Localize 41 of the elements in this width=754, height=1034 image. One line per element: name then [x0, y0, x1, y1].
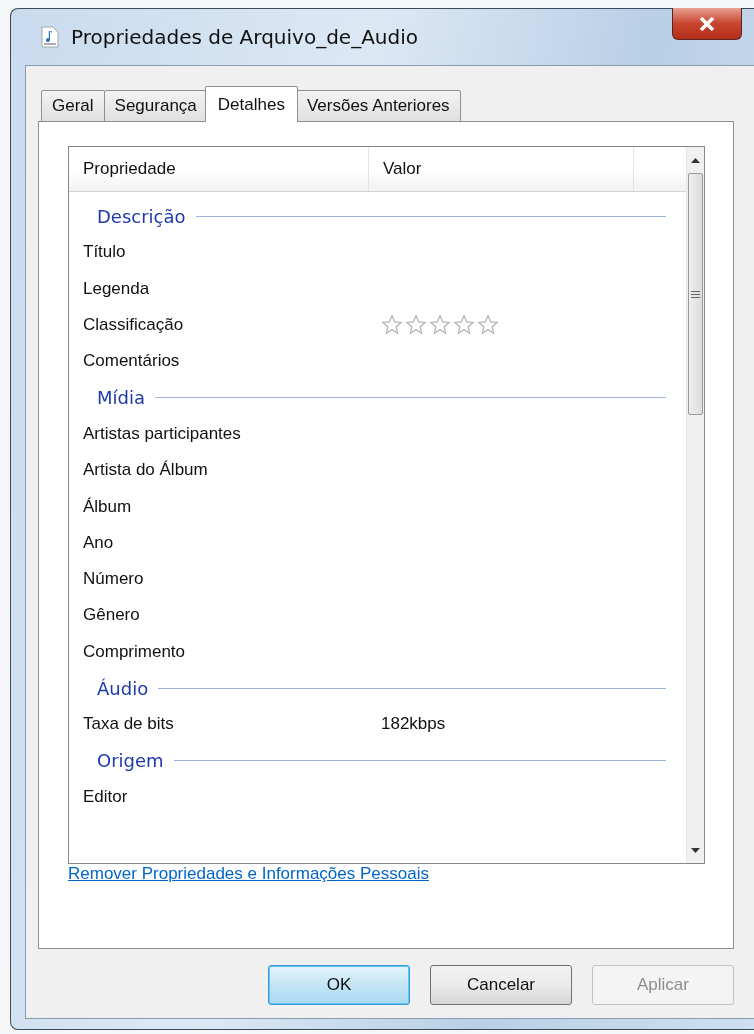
property-name: Álbum	[83, 496, 133, 517]
tab[interactable]: Detalhes	[204, 86, 298, 122]
window-title: Propriedades de Arquivo_de_Audio	[71, 25, 418, 49]
close-button[interactable]	[672, 8, 742, 40]
star-icon[interactable]	[405, 314, 427, 337]
star-icon[interactable]	[381, 314, 403, 337]
dialog-button[interactable]: OK	[268, 965, 410, 1005]
grip-icon	[691, 290, 700, 298]
scroll-thumb[interactable]	[688, 173, 703, 415]
property-name: Gênero	[83, 605, 141, 626]
property-name: Título	[83, 242, 127, 263]
property-value: 182kbps	[381, 714, 446, 735]
tab[interactable]: Segurança	[103, 90, 208, 122]
star-icon[interactable]	[477, 314, 499, 337]
close-icon	[699, 16, 715, 31]
star-icon[interactable]	[429, 314, 451, 337]
property-name: Taxa de bits	[83, 714, 175, 735]
scroll-down-icon[interactable]	[691, 847, 700, 853]
tab[interactable]: Geral	[41, 90, 105, 122]
audio-file-icon	[41, 26, 59, 48]
property-name: Editor	[83, 786, 129, 807]
property-name: Classificação	[83, 315, 185, 336]
scroll-up-icon[interactable]	[691, 157, 700, 163]
column-title[interactable]: Valor	[383, 159, 422, 179]
dialog-button[interactable]: Cancelar	[430, 965, 572, 1005]
group-heading: Descrição	[96, 205, 187, 227]
remove-properties-link[interactable]: Remover Propriedades e Informações Pessoais	[68, 864, 429, 883]
scrollbar[interactable]	[686, 147, 704, 863]
tab[interactable]: Versões Anteriores	[295, 90, 461, 122]
property-name: Ano	[83, 532, 115, 553]
property-name: Comprimento	[83, 641, 187, 662]
star-icon[interactable]	[453, 314, 475, 337]
property-name: Legenda	[83, 278, 151, 299]
column-title[interactable]: Propriedade	[83, 159, 176, 179]
property-name: Comentários	[83, 351, 181, 372]
property-name: Artistas participantes	[83, 423, 242, 444]
property-name: Número	[83, 569, 145, 590]
group-heading: Áudio	[96, 677, 150, 699]
property-name: Artista do Álbum	[83, 460, 209, 481]
group-heading: Mídia	[96, 387, 146, 409]
group-heading: Origem	[96, 750, 165, 772]
